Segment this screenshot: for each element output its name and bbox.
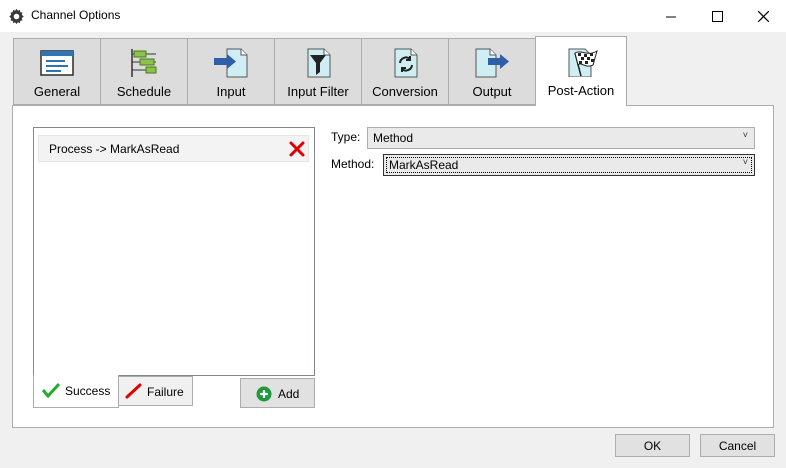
type-select[interactable]: Method ˅ [367,127,755,149]
type-label: Type: [331,130,361,144]
chevron-down-icon: ˅ [742,130,748,140]
checkmark-icon [42,382,60,398]
tab-output[interactable]: Output [448,38,536,105]
filter-icon [307,48,331,78]
list-item-label: Process -> MarkAsRead [49,142,180,156]
close-icon [757,10,769,22]
tab-label: Input Filter [287,84,349,99]
add-button[interactable]: Add [240,378,315,408]
tab-schedule[interactable]: Schedule [100,38,188,105]
tab-label: Input [216,84,246,99]
input-arrow-icon [214,48,248,78]
window-icon [40,50,74,76]
subtab-label: Failure [147,385,184,399]
conversion-icon [394,48,418,78]
cancel-button[interactable]: Cancel [700,434,775,457]
tab-label: Schedule [116,84,172,99]
list-item[interactable]: Process -> MarkAsRead [38,135,309,162]
tab-general[interactable]: General [13,38,101,105]
tab-conversion[interactable]: Conversion [361,38,449,105]
window-title: Channel Options [31,8,121,22]
tab-label: General [33,84,81,99]
gear-icon [9,8,24,25]
method-select[interactable]: MarkAsRead ˅ [383,154,755,176]
close-window-button[interactable] [740,0,786,32]
method-label: Method: [331,157,375,171]
tab-input-filter[interactable]: Input Filter [274,38,362,105]
subtab-failure[interactable]: Failure [118,376,193,406]
method-select-value: MarkAsRead [389,158,459,172]
ok-button[interactable]: OK [615,434,690,457]
tab-post-action[interactable]: Post-Action [535,36,627,106]
maximize-button[interactable] [694,0,740,32]
title-bar: Channel Options [0,0,786,32]
plus-circle-icon [256,386,272,402]
schedule-icon [131,49,157,77]
subtab-label: Success [65,384,111,398]
minimize-button[interactable] [648,0,694,32]
tab-label: Output [472,84,512,99]
tab-input[interactable]: Input [187,38,275,105]
checkered-flag-icon [568,48,598,77]
minimize-icon [665,16,676,17]
chevron-down-icon: ˅ [742,157,748,167]
maximize-icon [711,10,723,22]
action-list[interactable] [33,127,315,376]
tab-label: Post-Action [547,83,615,98]
output-arrow-icon [475,48,509,78]
red-slash-icon [125,383,142,399]
add-button-label: Add [278,387,300,401]
subtab-success[interactable]: Success [33,375,119,408]
remove-icon[interactable] [289,141,305,157]
tab-label: Conversion [372,84,438,99]
type-select-value: Method [373,131,414,145]
